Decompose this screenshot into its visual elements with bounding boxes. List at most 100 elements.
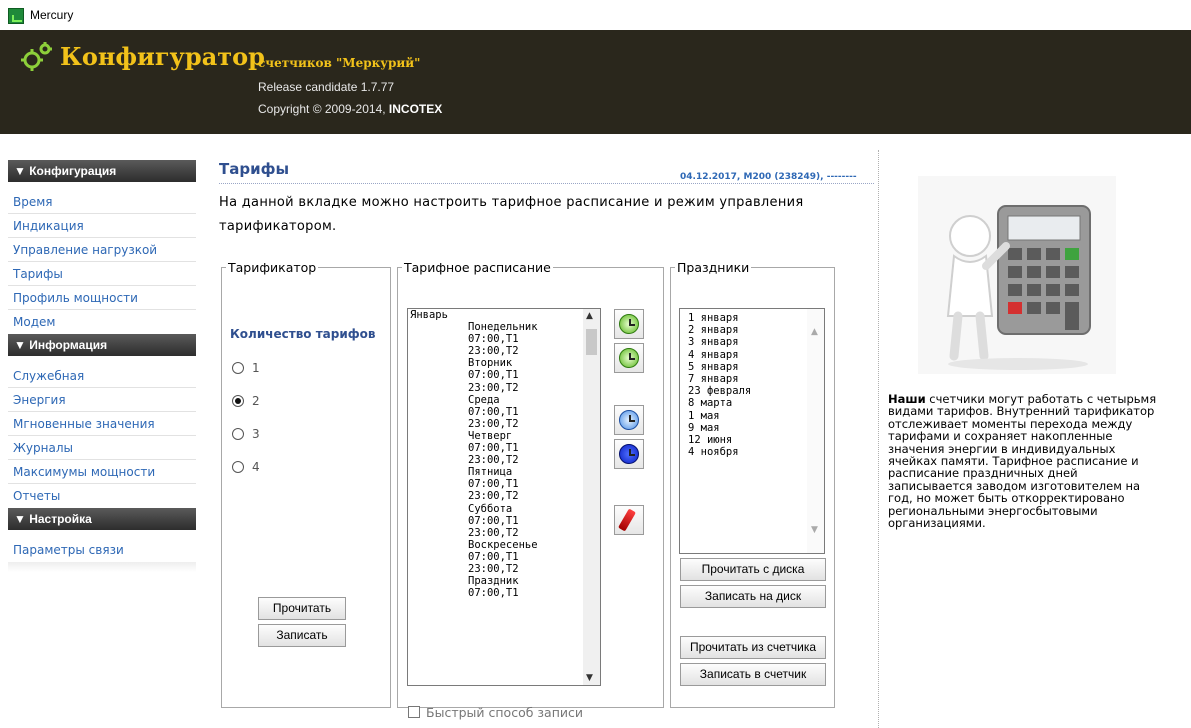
- fast-write-label: Быстрый способ записи: [426, 705, 583, 720]
- tariff-count-radio-4[interactable]: 4: [232, 460, 312, 476]
- schedule-line[interactable]: 07:00,T1: [408, 442, 600, 454]
- tariff-count-label: Количество тарифов: [230, 327, 376, 341]
- calculator-person-illustration: [918, 176, 1116, 374]
- tarifikator-group: Тарификатор Количество тарифов 1 2 3 4 П…: [221, 260, 391, 708]
- copyright-company: INCOTEX: [388, 102, 443, 116]
- schedule-line[interactable]: 23:00,T2: [408, 418, 600, 430]
- sidebar-item-tariffs[interactable]: Тарифы: [8, 262, 196, 286]
- sidebar-section-settings[interactable]: ▼ Настройка: [8, 508, 196, 530]
- clock-refresh-button[interactable]: [614, 343, 644, 373]
- sidebar-item-display[interactable]: Индикация: [8, 214, 196, 238]
- schedule-line[interactable]: Понедельник: [408, 321, 600, 333]
- tariff-count-radio-2[interactable]: 2: [232, 394, 312, 410]
- schedule-line[interactable]: Четверг: [408, 430, 600, 442]
- write-button[interactable]: Записать: [258, 624, 346, 647]
- scroll-down-icon[interactable]: ▼: [811, 525, 818, 535]
- schedule-line[interactable]: 23:00,T2: [408, 454, 600, 466]
- schedule-line[interactable]: Среда: [408, 394, 600, 406]
- copyright: Copyright © 2009-2014, INCOTEX: [258, 102, 442, 116]
- sidebar-item-journals[interactable]: Журналы: [8, 436, 196, 460]
- scroll-thumb[interactable]: [586, 329, 597, 355]
- sidebar-nav: ▼ Конфигурация Время Индикация Управлени…: [8, 160, 196, 572]
- schedule-line[interactable]: 07:00,T1: [408, 478, 600, 490]
- sidebar-section-configuration[interactable]: ▼ Конфигурация: [8, 160, 196, 182]
- schedule-line[interactable]: Вторник: [408, 357, 600, 369]
- schedule-line[interactable]: 07:00,T1: [408, 551, 600, 563]
- radio-circle: [232, 461, 244, 473]
- schedule-line[interactable]: 23:00,T2: [408, 345, 600, 357]
- holiday-item[interactable]: 3 января: [680, 336, 824, 348]
- sidebar-section-information[interactable]: ▼ Информация: [8, 334, 196, 356]
- scroll-up-icon[interactable]: ▲: [811, 327, 818, 337]
- tariff-count-radio-3[interactable]: 3: [232, 427, 312, 443]
- read-button[interactable]: Прочитать: [258, 597, 346, 620]
- fast-write-row[interactable]: Быстрый способ записи: [408, 705, 583, 720]
- radio-label: 1: [252, 361, 260, 375]
- holiday-item[interactable]: 23 февраля: [680, 385, 824, 397]
- sidebar-item-energy[interactable]: Энергия: [8, 388, 196, 412]
- holiday-item[interactable]: 9 мая: [680, 422, 824, 434]
- sidebar-item-modem[interactable]: Модем: [8, 310, 196, 334]
- read-from-disk-button[interactable]: Прочитать с диска: [680, 558, 826, 581]
- holiday-item[interactable]: 8 марта: [680, 397, 824, 409]
- schedule-line[interactable]: 23:00,T2: [408, 490, 600, 502]
- clock-blue-button[interactable]: [614, 405, 644, 435]
- schedule-line[interactable]: Суббота: [408, 503, 600, 515]
- sidebar-item-time[interactable]: Время: [8, 190, 196, 214]
- scroll-down-icon[interactable]: ▼: [586, 673, 593, 683]
- content-divider: [878, 150, 879, 728]
- holiday-item[interactable]: 12 июня: [680, 434, 824, 446]
- schedule-line[interactable]: 07:00,T1: [408, 587, 600, 599]
- pencil-icon: [618, 508, 636, 532]
- sidebar-item-reports[interactable]: Отчеты: [8, 484, 196, 508]
- schedule-line[interactable]: 07:00,T1: [408, 515, 600, 527]
- read-from-meter-button[interactable]: Прочитать из счетчика: [680, 636, 826, 659]
- schedule-line[interactable]: Праздник: [408, 575, 600, 587]
- holiday-item[interactable]: 1 января: [680, 312, 824, 324]
- release-version: Release candidate 1.7.77: [258, 80, 395, 94]
- radio-circle: [232, 428, 244, 440]
- schedule-line[interactable]: 23:00,T2: [408, 563, 600, 575]
- sidebar-item-service[interactable]: Служебная: [8, 364, 196, 388]
- scroll-up-icon[interactable]: ▲: [586, 311, 593, 321]
- sidebar-item-power-profile[interactable]: Профиль мощности: [8, 286, 196, 310]
- schedule-line[interactable]: Январь: [408, 309, 600, 321]
- tariff-schedule-list[interactable]: Январь Понедельник 07:00,T1 23:00,T2 Вторник…: [407, 308, 601, 686]
- clock-darkblue-button[interactable]: [614, 439, 644, 469]
- schedule-line[interactable]: 07:00,T1: [408, 369, 600, 381]
- schedule-line[interactable]: Пятница: [408, 466, 600, 478]
- sidebar-item-power-maximums[interactable]: Максимумы мощности: [8, 460, 196, 484]
- schedule-scrollbar[interactable]: ▲ ▼: [583, 309, 600, 685]
- holiday-item[interactable]: 5 января: [680, 361, 824, 373]
- schedule-line[interactable]: 23:00,T2: [408, 527, 600, 539]
- schedule-line[interactable]: Воскресенье: [408, 539, 600, 551]
- schedule-line[interactable]: 07:00,T1: [408, 406, 600, 418]
- tariff-schedule-legend: Тарифное расписание: [404, 260, 551, 275]
- holidays-scrollbar[interactable]: ▲ ▼: [807, 309, 824, 553]
- sidebar-item-load-control[interactable]: Управление нагрузкой: [8, 238, 196, 262]
- window-title: Mercury: [30, 8, 74, 22]
- write-to-meter-button[interactable]: Записать в счетчик: [680, 663, 826, 686]
- radio-circle: [232, 362, 244, 374]
- holidays-list[interactable]: 1 января 2 января 3 января 4 января 5 января…: [679, 308, 825, 554]
- holiday-item[interactable]: 4 ноября: [680, 446, 824, 458]
- schedule-line[interactable]: 07:00,T1: [408, 333, 600, 345]
- clock-darkblue-icon: [619, 444, 639, 464]
- holiday-item[interactable]: 4 января: [680, 349, 824, 361]
- holiday-item[interactable]: 7 января: [680, 373, 824, 385]
- title-divider: [219, 183, 874, 184]
- sidebar-bottom-shade: [8, 562, 196, 572]
- holidays-legend: Праздники: [677, 260, 750, 275]
- tariff-count-radio-1[interactable]: 1: [232, 361, 312, 377]
- sidebar-item-connection-params[interactable]: Параметры связи: [8, 538, 196, 562]
- radio-label: 2: [252, 394, 260, 408]
- radio-label: 4: [252, 460, 260, 474]
- fast-write-checkbox[interactable]: [408, 706, 420, 718]
- edit-button[interactable]: [614, 505, 644, 535]
- holiday-item[interactable]: 2 января: [680, 324, 824, 336]
- clock-green-button[interactable]: [614, 309, 644, 339]
- schedule-line[interactable]: 23:00,T2: [408, 382, 600, 394]
- write-to-disk-button[interactable]: Записать на диск: [680, 585, 826, 608]
- sidebar-item-instant-values[interactable]: Мгновенные значения: [8, 412, 196, 436]
- holiday-item[interactable]: 1 мая: [680, 410, 824, 422]
